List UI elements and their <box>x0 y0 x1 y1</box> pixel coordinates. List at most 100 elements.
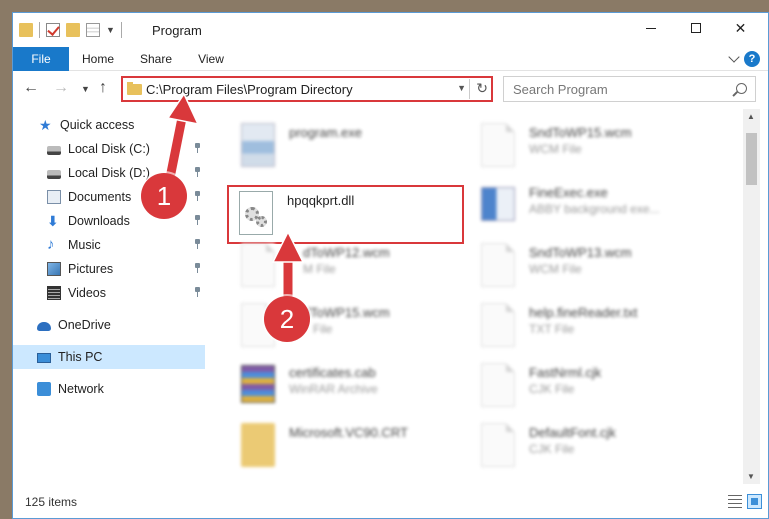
tab-file[interactable]: File <box>13 47 69 71</box>
file-type: TXT File <box>529 322 575 336</box>
address-divider <box>469 79 470 99</box>
up-arrow-icon[interactable]: ↑ <box>99 79 107 97</box>
file-name: dToWP15.wcm <box>303 305 390 320</box>
customize-icon[interactable] <box>86 23 100 37</box>
sidebar-item-pictures[interactable]: Pictures <box>13 257 205 281</box>
file-type: WCM File <box>529 142 582 156</box>
help-icon[interactable]: ? <box>744 51 760 67</box>
application-icon <box>481 187 515 221</box>
file-type: CJK File <box>529 382 575 396</box>
address-bar[interactable]: C:\Program Files\Program Directory ▼ ↻ <box>121 76 493 102</box>
scroll-down-icon[interactable]: ▼ <box>747 472 755 481</box>
sidebar-item-music[interactable]: ♪ Music <box>13 233 205 257</box>
file-item[interactable]: dToWP12.wcm M File <box>233 239 473 297</box>
sidebar-item-label: Documents <box>68 190 132 204</box>
sidebar-item-label: This PC <box>58 350 103 364</box>
large-icons-view-icon[interactable] <box>747 494 762 509</box>
search-box[interactable]: Search Program <box>503 76 756 102</box>
disk-icon <box>47 170 61 179</box>
file-icon <box>241 243 275 287</box>
text-file-icon <box>481 303 515 347</box>
pin-icon[interactable] <box>193 287 201 297</box>
pin-icon[interactable] <box>193 215 201 225</box>
file-item[interactable]: SndToWP15.wcm WCM File <box>473 119 713 177</box>
file-icon <box>481 363 515 407</box>
pin-icon[interactable] <box>193 167 201 177</box>
archive-icon <box>241 365 275 403</box>
sidebar-item-label: Quick access <box>60 118 135 132</box>
back-arrow-icon[interactable]: ← <box>23 79 39 97</box>
file-item[interactable]: SndToWP13.wcm WCM File <box>473 239 713 297</box>
navigation-bar: ← → ▼ ↑ C:\Program Files\Program Directo… <box>13 73 768 105</box>
pin-icon[interactable] <box>193 263 201 273</box>
file-item[interactable]: FineExec.exe ABBY background exe... <box>473 179 713 237</box>
chevron-down-icon[interactable]: ▼ <box>106 25 115 35</box>
pin-icon[interactable] <box>193 239 201 249</box>
file-type: ABBY background exe... <box>529 202 660 216</box>
file-item[interactable]: FastNrml.cjk CJK File <box>473 359 713 417</box>
tab-home[interactable]: Home <box>73 47 123 71</box>
file-item[interactable]: DefaultFont.cjk CJK File <box>473 419 713 477</box>
tab-view[interactable]: View <box>191 47 231 71</box>
window-title: Program <box>152 23 202 38</box>
sidebar-item-onedrive[interactable]: OneDrive <box>13 313 205 337</box>
folder-icon <box>241 423 275 467</box>
network-icon <box>37 382 51 396</box>
file-item[interactable]: program.exe <box>233 119 473 177</box>
ribbon-tabs: File Home Share View ? <box>13 47 768 71</box>
file-icon <box>481 423 515 467</box>
sidebar-item-label: Downloads <box>68 214 130 228</box>
file-name: SndToWP15.wcm <box>529 125 632 140</box>
folder-icon <box>19 23 33 37</box>
sidebar-item-label: Local Disk (D:) <box>68 166 150 180</box>
scroll-up-icon[interactable]: ▲ <box>747 112 755 121</box>
file-item[interactable]: certificates.cab WinRAR Archive <box>233 359 473 417</box>
star-icon: ★ <box>39 117 52 133</box>
toolbar-divider <box>120 22 122 38</box>
new-folder-icon[interactable] <box>66 23 80 37</box>
sidebar-item-videos[interactable]: Videos <box>13 281 205 305</box>
sidebar-item-local-disk-c[interactable]: Local Disk (C:) <box>13 137 205 161</box>
expand-ribbon-icon[interactable] <box>728 51 740 63</box>
file-type: WCM File <box>529 262 582 276</box>
sidebar-item-label: Network <box>58 382 104 396</box>
file-name: FastNrml.cjk <box>529 365 602 380</box>
file-item[interactable]: Microsoft.VC90.CRT <box>233 419 473 477</box>
file-icon <box>481 243 515 287</box>
minimize-button[interactable] <box>628 13 673 43</box>
search-icon[interactable] <box>736 83 747 94</box>
pin-icon[interactable] <box>193 143 201 153</box>
sidebar-item-quick-access[interactable]: ★ Quick access <box>13 113 205 137</box>
sidebar-item-label: Local Disk (C:) <box>68 142 150 156</box>
folder-icon <box>127 82 142 95</box>
sidebar-item-network[interactable]: Network <box>13 377 205 401</box>
videos-icon <box>47 286 61 300</box>
forward-arrow-icon[interactable]: → <box>53 79 69 97</box>
file-name: FineExec.exe <box>529 185 608 200</box>
file-item-hpqqkprt-dll[interactable]: hpqqkprt.dll <box>231 187 471 245</box>
sidebar-item-label: Videos <box>68 286 106 300</box>
properties-check-icon[interactable] <box>46 23 60 37</box>
address-path[interactable]: C:\Program Files\Program Directory <box>146 82 353 97</box>
recent-locations-icon[interactable]: ▼ <box>81 84 90 94</box>
search-input[interactable]: Search Program <box>513 82 608 97</box>
file-name: help.fineReader.txt <box>529 305 638 320</box>
tab-share[interactable]: Share <box>133 47 179 71</box>
pin-icon[interactable] <box>193 191 201 201</box>
refresh-icon[interactable]: ↻ <box>476 80 488 97</box>
documents-icon <box>47 190 61 204</box>
file-type: WinRAR Archive <box>289 382 378 396</box>
maximize-button[interactable] <box>673 13 718 43</box>
chevron-down-icon[interactable]: ▼ <box>457 83 466 93</box>
file-item[interactable]: help.fineReader.txt TXT File <box>473 299 713 357</box>
vertical-scrollbar[interactable]: ▲ ▼ <box>743 109 760 484</box>
file-type: File <box>313 322 333 336</box>
gear-icon <box>256 216 267 227</box>
sidebar-item-this-pc[interactable]: This PC <box>13 345 205 369</box>
executable-icon <box>241 123 275 167</box>
close-button[interactable]: ✕ <box>718 13 763 43</box>
file-name: dToWP12.wcm <box>303 245 390 260</box>
scroll-thumb[interactable] <box>746 133 757 185</box>
details-view-icon[interactable] <box>728 495 742 508</box>
computer-icon <box>37 352 51 363</box>
